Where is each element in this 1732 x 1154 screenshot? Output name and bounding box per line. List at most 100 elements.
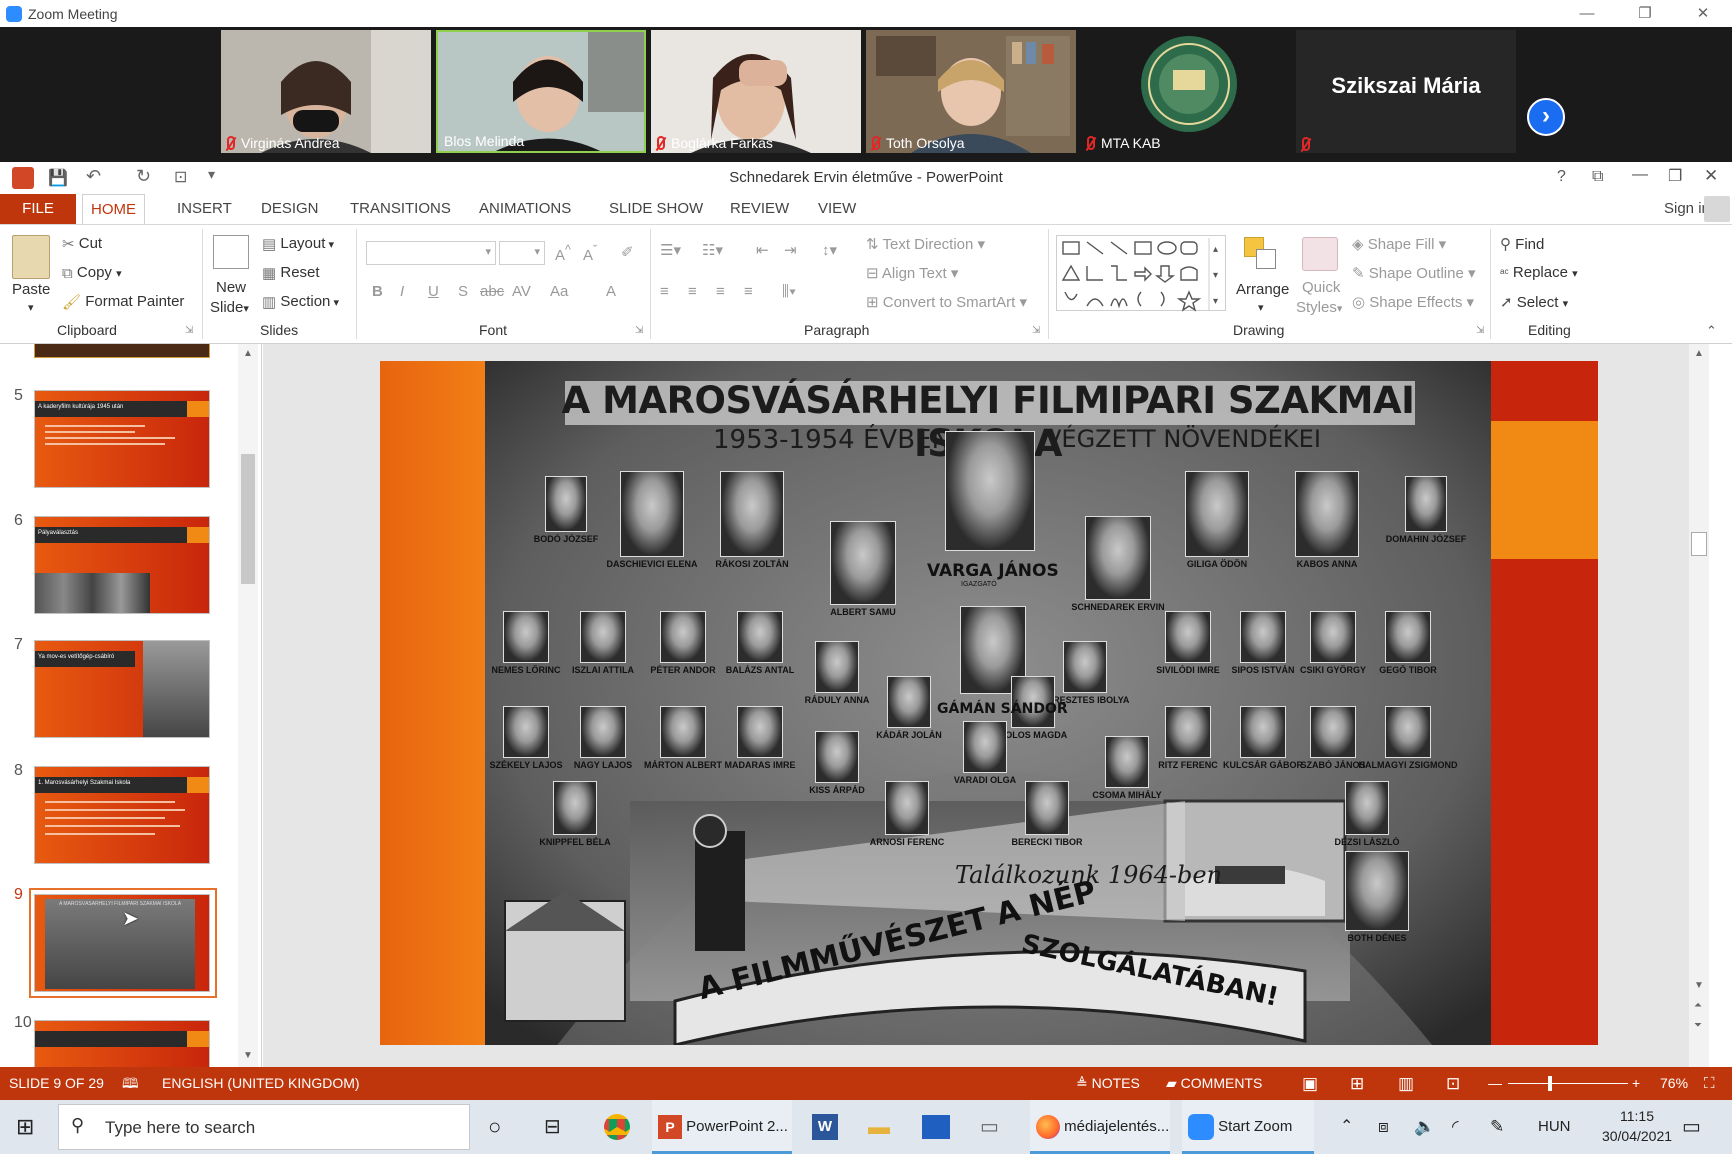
next-slide-icon[interactable]: ⏷ xyxy=(1694,1020,1702,1031)
participant-tile-no-video[interactable]: Szikszai Mária xyxy=(1296,30,1516,153)
close-icon[interactable]: ✕ xyxy=(1704,166,1718,186)
slide-thumbnail-7[interactable]: Ya mov-es vetítőgép-csábíró xyxy=(34,640,210,738)
slide-thumbnail-6[interactable]: Pályaválasztás xyxy=(34,516,210,614)
tab-transitions[interactable]: TRANSITIONS xyxy=(342,194,459,224)
zoom-slider-track[interactable] xyxy=(1508,1083,1628,1084)
format-painter-button[interactable]: 🖌 Format Painter xyxy=(62,293,184,311)
whiteboard-icon[interactable] xyxy=(922,1100,950,1154)
copy-button[interactable]: ⧉ Copy ▾ xyxy=(62,264,122,282)
increase-font-size-icon[interactable]: A^ xyxy=(555,243,571,264)
participant-tile[interactable]: Boglárka Farkas xyxy=(651,30,861,153)
language-indicator[interactable]: ENGLISH (UNITED KINGDOM) xyxy=(162,1067,360,1100)
align-text-button[interactable]: ⊟ Align Text ▾ xyxy=(866,264,958,282)
slide-counter[interactable]: SLIDE 9 OF 29 xyxy=(9,1067,104,1100)
scroll-up-icon[interactable]: ▲ xyxy=(1694,348,1704,359)
shapes-gallery[interactable]: ▴ ▾ ▾ xyxy=(1056,235,1226,312)
line-spacing-icon[interactable]: ↕▾ xyxy=(822,241,837,259)
file-explorer-icon[interactable]: ▬ xyxy=(868,1100,890,1154)
participant-tile-active-speaker[interactable]: Blos Melinda xyxy=(436,30,646,153)
new-slide-icon[interactable] xyxy=(213,235,249,269)
scroll-down-icon[interactable]: ▼ xyxy=(1694,980,1704,991)
shape-effects-button[interactable]: ◎ Shape Effects ▾ xyxy=(1352,293,1474,311)
select-button[interactable]: ➚ Select ▾ xyxy=(1500,293,1568,311)
collapse-ribbon-icon[interactable]: ⌃ xyxy=(1706,323,1717,339)
comments-button[interactable]: ▰ COMMENTS xyxy=(1166,1067,1262,1100)
new-slide-button-line2[interactable]: Slide▾ xyxy=(210,299,249,316)
italic-button[interactable]: I xyxy=(400,283,404,300)
align-left-icon[interactable]: ≡ xyxy=(660,283,669,300)
columns-icon[interactable]: ⫼▾ xyxy=(782,283,796,300)
scroll-thumb[interactable] xyxy=(1691,532,1707,556)
participant-tile[interactable]: MTA KAB xyxy=(1081,30,1291,153)
taskbar-app-powerpoint[interactable]: P PowerPoint 2... xyxy=(652,1100,792,1154)
bold-button[interactable]: B xyxy=(372,283,383,300)
arrange-button[interactable]: Arrange xyxy=(1236,281,1289,298)
text-direction-button[interactable]: ⇅ Text Direction ▾ xyxy=(866,235,985,253)
spell-check-icon[interactable]: 🕮 xyxy=(122,1067,139,1100)
slide-thumbnails-pane[interactable]: 5 A kaderyfilm kultúrája 1945 után 6 Pál… xyxy=(0,344,262,1067)
task-view-icon[interactable]: ⊟ xyxy=(544,1100,561,1154)
decrease-indent-icon[interactable]: ⇤ xyxy=(756,241,769,259)
thumbnails-scrollbar[interactable]: ▲ ▼ xyxy=(238,344,258,1067)
minimize-icon[interactable]: — xyxy=(1632,166,1648,184)
cortana-icon[interactable]: ○ xyxy=(488,1100,501,1154)
slide-thumbnail-5[interactable]: A kaderyfilm kultúrája 1945 után xyxy=(34,390,210,488)
scroll-down-icon[interactable]: ▼ xyxy=(243,1050,253,1061)
participant-tile[interactable]: Virginás Andrea xyxy=(221,30,431,153)
participant-tile[interactable]: Toth Orsolya xyxy=(866,30,1076,153)
tab-slide-show[interactable]: SLIDE SHOW xyxy=(601,194,711,224)
paste-icon[interactable] xyxy=(12,235,50,279)
slide-scrollbar[interactable]: ▲ ▼ ⏶ ⏷ xyxy=(1689,344,1709,1067)
tab-design[interactable]: DESIGN xyxy=(253,194,327,224)
slide-sorter-icon[interactable]: ⊞ xyxy=(1350,1067,1364,1100)
wifi-icon[interactable]: ◜ xyxy=(1452,1100,1459,1154)
dialog-launcher-icon[interactable]: ⇲ xyxy=(1476,325,1484,336)
numbering-icon[interactable]: ☷▾ xyxy=(702,241,723,259)
taskbar-app-firefox[interactable]: médiajelentés... xyxy=(1030,1100,1170,1154)
underline-button[interactable]: U xyxy=(428,283,439,300)
close-icon[interactable]: ✕ xyxy=(1680,0,1726,27)
chrome-icon[interactable] xyxy=(604,1100,630,1154)
zoom-out-icon[interactable]: — xyxy=(1488,1067,1502,1100)
justify-icon[interactable]: ≡ xyxy=(744,283,753,300)
tab-home[interactable]: HOME xyxy=(82,194,145,224)
taskbar-search-box[interactable]: ⚲ Type here to search xyxy=(58,1104,470,1150)
pen-workspace-icon[interactable]: ✎ xyxy=(1490,1100,1504,1154)
dialog-launcher-icon[interactable]: ⇲ xyxy=(635,325,643,336)
slide-show-icon[interactable]: ⊡ xyxy=(1446,1067,1460,1100)
notifications-icon[interactable]: ▭ xyxy=(1682,1100,1701,1154)
bullets-icon[interactable]: ☰▾ xyxy=(660,241,681,259)
align-center-icon[interactable]: ≡ xyxy=(688,283,697,300)
tab-view[interactable]: VIEW xyxy=(810,194,864,224)
meet-now-icon[interactable]: ⧈ xyxy=(1378,1100,1389,1154)
convert-to-smartart-button[interactable]: ⊞ Convert to SmartArt ▾ xyxy=(866,293,1027,311)
reset-button[interactable]: ▦ Reset xyxy=(262,264,320,282)
shape-outline-button[interactable]: ✎ Shape Outline ▾ xyxy=(1352,264,1476,282)
scroll-up-icon[interactable]: ▲ xyxy=(243,348,253,359)
character-spacing-button[interactable]: AV xyxy=(512,283,531,300)
replace-button[interactable]: ᵃᶜ Replace ▾ xyxy=(1500,264,1578,281)
paste-button[interactable]: Paste xyxy=(12,281,50,298)
layout-button[interactable]: ▤ Layout ▾ xyxy=(262,235,334,253)
shape-fill-button[interactable]: ◈ Shape Fill ▾ xyxy=(1352,235,1446,253)
font-color-button[interactable]: A xyxy=(606,283,616,300)
class-photo-image[interactable]: A MAROSVÁSÁRHELYI FILMIPARI SZAKMAI ISKO… xyxy=(485,361,1491,1045)
change-case-button[interactable]: Aa xyxy=(550,283,568,300)
ribbon-display-options-icon[interactable]: ⧉ xyxy=(1592,168,1603,186)
section-button[interactable]: ▥ Section ▾ xyxy=(262,293,339,311)
word-icon[interactable]: W xyxy=(812,1100,838,1154)
taskbar-app-zoom[interactable]: Start Zoom xyxy=(1182,1100,1314,1154)
normal-view-icon[interactable]: ▣ xyxy=(1302,1067,1318,1100)
quick-styles-button-line2[interactable]: Styles▾ xyxy=(1296,299,1342,316)
quick-styles-icon[interactable] xyxy=(1302,237,1338,271)
tab-insert[interactable]: INSERT xyxy=(169,194,240,224)
minimize-icon[interactable]: — xyxy=(1564,0,1610,27)
paste-dropdown-icon[interactable]: ▾ xyxy=(28,301,34,314)
slide-thumbnail-4[interactable] xyxy=(34,344,210,358)
dialog-launcher-icon[interactable]: ⇲ xyxy=(1032,325,1040,336)
align-right-icon[interactable]: ≡ xyxy=(716,283,725,300)
quick-styles-button[interactable]: Quick xyxy=(1302,279,1340,296)
restore-icon[interactable]: ❐ xyxy=(1668,166,1682,186)
font-size-input[interactable]: ▾ xyxy=(499,241,545,265)
notes-button[interactable]: ≜ NOTES xyxy=(1076,1067,1140,1100)
